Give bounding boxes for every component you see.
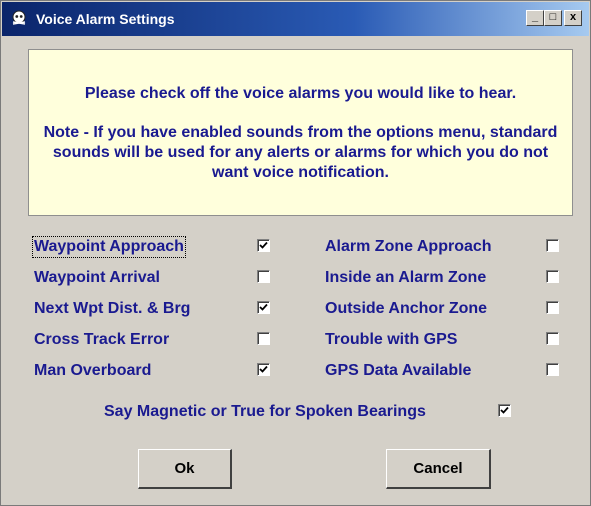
option-inside-alarm-zone-label[interactable]: Inside an Alarm Zone <box>325 269 486 287</box>
option-waypoint-arrival-label[interactable]: Waypoint Arrival <box>34 269 160 287</box>
option-outside-anchor-zone-label[interactable]: Outside Anchor Zone <box>325 300 487 318</box>
checkbox-alarm-zone-approach[interactable] <box>546 239 559 252</box>
option-gps-data-available-label[interactable]: GPS Data Available <box>325 362 471 380</box>
cancel-button[interactable]: Cancel <box>386 449 491 489</box>
checkbox-gps-data-available[interactable] <box>546 363 559 376</box>
option-next-wpt-label[interactable]: Next Wpt Dist. & Brg <box>34 300 190 318</box>
checkmark-icon <box>259 303 268 311</box>
option-spoken-bearings-label[interactable]: Say Magnetic or True for Spoken Bearings <box>104 403 426 421</box>
option-man-overboard-label[interactable]: Man Overboard <box>34 362 151 380</box>
maximize-button[interactable]: □ <box>544 10 562 26</box>
title-bar[interactable]: Voice Alarm Settings _ □ x <box>2 2 589 36</box>
app-skull-icon <box>12 10 26 25</box>
note-text: Note - If you have enabled sounds from t… <box>43 124 558 181</box>
checkmark-icon <box>259 365 268 373</box>
checkbox-man-overboard[interactable] <box>257 363 270 376</box>
checkbox-outside-anchor-zone[interactable] <box>546 301 559 314</box>
checkbox-spoken-bearings[interactable] <box>498 404 511 417</box>
option-alarm-zone-approach-label[interactable]: Alarm Zone Approach <box>325 238 492 256</box>
checkmark-icon <box>500 406 509 414</box>
checkbox-waypoint-approach[interactable] <box>257 239 270 252</box>
checkbox-next-wpt[interactable] <box>257 301 270 314</box>
close-button[interactable]: x <box>564 10 582 26</box>
option-trouble-gps-label[interactable]: Trouble with GPS <box>325 331 457 349</box>
checkbox-cross-track[interactable] <box>257 332 270 345</box>
checkbox-inside-alarm-zone[interactable] <box>546 270 559 283</box>
ok-button[interactable]: Ok <box>138 449 232 489</box>
window-title: Voice Alarm Settings <box>36 11 175 27</box>
voice-alarm-settings-window: Voice Alarm Settings _ □ x Please check … <box>0 0 591 506</box>
instruction-text: Please check off the voice alarms you wo… <box>84 85 517 102</box>
minimize-button[interactable]: _ <box>526 10 544 26</box>
option-waypoint-approach-label[interactable]: Waypoint Approach <box>32 236 186 258</box>
option-cross-track-label[interactable]: Cross Track Error <box>34 331 169 349</box>
checkbox-trouble-gps[interactable] <box>546 332 559 345</box>
checkbox-waypoint-arrival[interactable] <box>257 270 270 283</box>
checkmark-icon <box>259 241 268 249</box>
instruction-panel: Please check off the voice alarms you wo… <box>28 49 573 216</box>
